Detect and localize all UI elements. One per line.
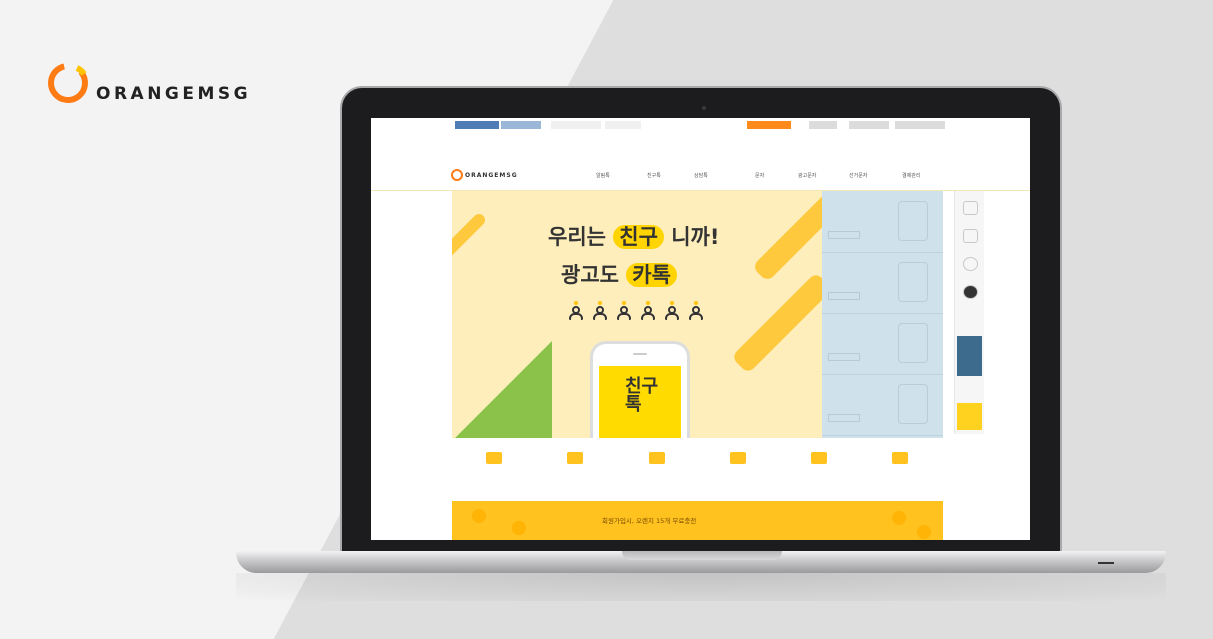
- person-icon: [615, 301, 633, 321]
- nav-item-7[interactable]: 결제관리: [902, 172, 920, 179]
- coin-decor: [917, 525, 931, 539]
- megaphone-icon: [730, 452, 746, 464]
- topbar-right-2[interactable]: [849, 121, 889, 129]
- monitor-icon: [898, 201, 928, 241]
- service-icon[interactable]: [642, 452, 672, 471]
- laptop-indicator: [1098, 562, 1114, 564]
- people-icons: [567, 301, 705, 321]
- topbar-right-1[interactable]: [809, 121, 837, 129]
- site-logo-text: ORANGEMSG: [465, 171, 518, 179]
- person-icon: [591, 301, 609, 321]
- camera-icon: [702, 106, 706, 110]
- nav-item-4[interactable]: 문자: [755, 172, 764, 179]
- service-icon[interactable]: [804, 452, 834, 471]
- document-icon[interactable]: [963, 229, 978, 243]
- chat-bubble-icon: [486, 452, 502, 464]
- decor-stripe: [751, 191, 822, 283]
- decor-stripe: [731, 272, 822, 374]
- coin-decor: [472, 509, 486, 523]
- side-card[interactable]: [822, 252, 943, 314]
- site-topbar: [371, 118, 1030, 133]
- phone-text: 친구 톡: [625, 378, 658, 414]
- service-icon[interactable]: [723, 452, 753, 471]
- topbar-right-3[interactable]: [895, 121, 945, 129]
- card-icon: [811, 452, 827, 464]
- help-icon[interactable]: [963, 257, 978, 271]
- side-card[interactable]: [822, 374, 943, 436]
- topbar-link-2[interactable]: [605, 121, 641, 129]
- coin-decor: [512, 521, 526, 535]
- topbar-link-1[interactable]: [551, 121, 601, 129]
- side-card[interactable]: [822, 191, 943, 253]
- person-icon: [639, 301, 657, 321]
- chat-bubble-icon: [649, 452, 665, 464]
- coin-decor: [892, 511, 906, 525]
- phone-screen: 친구 톡: [599, 366, 681, 438]
- decor-triangle: [452, 341, 552, 438]
- clock-icon: [898, 384, 928, 424]
- banner-text: 회원가입시, 오렌지 15개 무료충전: [602, 517, 697, 525]
- decor-stripe: [452, 211, 488, 263]
- service-icons-row: [452, 438, 943, 498]
- person-icon: [687, 301, 705, 321]
- phone-text-2: 톡: [625, 394, 642, 415]
- hero-headline-1: 우리는 친구 니까!: [548, 221, 719, 251]
- site-logo-icon: [451, 169, 463, 181]
- quick-menu-icon[interactable]: [963, 201, 978, 215]
- nav-item-6[interactable]: 선거문자: [849, 172, 867, 179]
- side-feature-panel: [822, 191, 943, 438]
- hero-highlight: 카톡: [626, 263, 677, 287]
- hero-text: 니까!: [671, 225, 720, 249]
- service-icon[interactable]: [885, 452, 915, 471]
- laptop-notch: [622, 551, 782, 560]
- person-icon: [663, 301, 681, 321]
- topbar-tab-1[interactable]: [455, 121, 499, 129]
- orange-ring-icon: [46, 61, 90, 105]
- service-icon[interactable]: [479, 452, 509, 471]
- hero-banner[interactable]: 우리는 친구 니까! 광고도 카톡 친구 톡: [452, 191, 822, 438]
- phone-speaker: [633, 353, 647, 355]
- hero-text: 우리는: [548, 225, 606, 249]
- site-logo[interactable]: ORANGEMSG: [451, 169, 518, 181]
- side-card[interactable]: [822, 313, 943, 375]
- nav-item-1[interactable]: 알림톡: [596, 172, 610, 179]
- phone-illustration: 친구 톡: [590, 341, 690, 438]
- message-icon: [892, 452, 908, 464]
- brand-name: ORANGEMSG: [96, 84, 252, 104]
- nav-item-5[interactable]: 광고문자: [798, 172, 816, 179]
- nav-item-3[interactable]: 상담톡: [694, 172, 708, 179]
- talk-icon[interactable]: [963, 285, 978, 299]
- person-icon: [567, 301, 585, 321]
- consultant-photo[interactable]: [957, 336, 982, 376]
- right-quick-sidebar: [954, 191, 984, 434]
- topbar-tab-2[interactable]: [501, 121, 541, 129]
- laptop-screen: ORANGEMSG 알림톡 친구톡 상담톡 문자 광고문자 선거문자 결제관리 …: [371, 118, 1030, 540]
- hero-highlight: 친구: [613, 225, 664, 249]
- laptop-shadow: [236, 573, 1166, 601]
- quick-yellow-button[interactable]: [957, 403, 982, 430]
- hero-text: 광고도: [561, 263, 619, 287]
- topbar-orange-badge[interactable]: [747, 121, 791, 129]
- hero-headline-2: 광고도 카톡: [561, 259, 677, 289]
- globe-icon: [898, 262, 928, 302]
- site-navbar: ORANGEMSG 알림톡 친구톡 상담톡 문자 광고문자 선거문자 결제관리: [371, 132, 1030, 191]
- envelope-icon: [567, 452, 583, 464]
- screen-icon: [898, 323, 928, 363]
- brand-logo: ORANGEMSG: [46, 61, 251, 105]
- signup-banner[interactable]: 회원가입시, 오렌지 15개 무료충전: [452, 501, 943, 540]
- service-icon[interactable]: [560, 452, 590, 471]
- nav-item-2[interactable]: 친구톡: [647, 172, 661, 179]
